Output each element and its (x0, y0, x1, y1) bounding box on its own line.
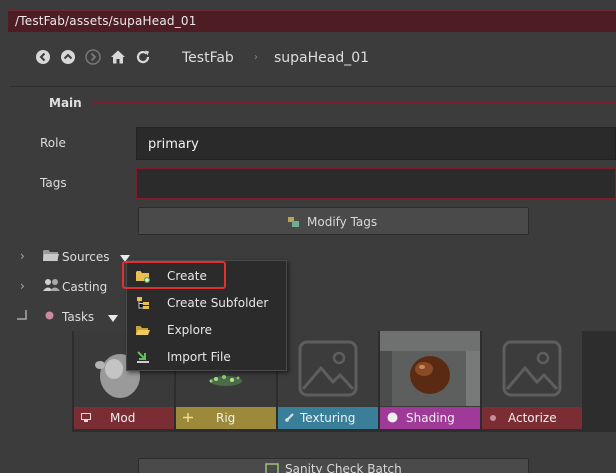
task-bar-rig: Rig (176, 407, 276, 429)
breadcrumb-separator: › (254, 52, 258, 63)
task-label-texturing: Texturing (300, 411, 356, 425)
tree-label-casting: Casting (62, 280, 108, 294)
task-card-texturing[interactable]: Texturing (278, 331, 378, 429)
task-label-shading: Shading (406, 411, 455, 425)
task-card-shading[interactable]: Shading (380, 331, 480, 429)
nav-toolbar: TestFab › supaHead_01 (0, 40, 616, 76)
tree-item-sources[interactable]: › Sources (0, 247, 130, 271)
role-field[interactable]: primary (136, 127, 616, 160)
menu-label-import-file: Import File (167, 350, 231, 364)
import-icon (137, 351, 149, 363)
back-icon[interactable] (35, 49, 51, 65)
rig-icon (183, 413, 193, 422)
checklist-icon (265, 463, 279, 473)
up-icon[interactable] (60, 49, 76, 65)
role-label: Role (40, 136, 66, 150)
monitor-icon (81, 413, 91, 422)
modify-tags-button[interactable]: Modify Tags (138, 207, 529, 235)
home-icon[interactable] (110, 49, 126, 65)
sphere-icon (387, 412, 398, 423)
task-card-actorize[interactable]: Actorize (482, 331, 582, 429)
menu-item-explore[interactable]: Explore (127, 317, 288, 344)
refresh-icon[interactable] (135, 49, 151, 65)
task-bar-mod: Mod (74, 407, 174, 429)
task-label-rig: Rig (216, 411, 236, 425)
tags-field[interactable] (136, 168, 616, 199)
modify-tags-label: Modify Tags (307, 215, 378, 229)
chevron-right-icon[interactable]: › (20, 279, 25, 293)
tree-item-tasks[interactable]: Tasks (0, 307, 130, 331)
task-thumbnail-actorize (482, 331, 582, 406)
tags-label: Tags (40, 176, 67, 190)
sanity-check-batch-label: Sanity Check Batch (285, 462, 402, 473)
image-placeholder-icon (298, 340, 358, 397)
chevron-right-icon[interactable]: › (20, 249, 25, 263)
task-bar-shading: Shading (380, 407, 480, 429)
dot-icon (490, 415, 496, 421)
task-thumbnail-shading (380, 331, 480, 406)
image-placeholder-icon (502, 340, 562, 397)
section-title-main: Main (49, 96, 82, 110)
task-dot-icon (45, 311, 54, 320)
dropdown-arrow-icon[interactable] (108, 315, 118, 322)
tree-label-tasks: Tasks (62, 310, 95, 324)
tree-item-casting[interactable]: › Casting (0, 277, 130, 301)
forward-icon[interactable] (85, 49, 101, 65)
expanded-corner-icon[interactable] (17, 310, 27, 320)
task-thumbnail-texturing (278, 331, 378, 406)
shading-thumbnail (380, 331, 480, 406)
people-icon (43, 279, 60, 291)
menu-item-create-subfolder[interactable]: Create Subfolder (127, 290, 288, 317)
section-divider (92, 102, 616, 103)
breadcrumb-root[interactable]: TestFab (182, 50, 234, 66)
task-bar-texturing: Texturing (278, 407, 378, 429)
open-folder-icon (136, 326, 150, 335)
brush-icon (285, 413, 294, 422)
task-label-actorize: Actorize (508, 411, 557, 425)
breadcrumb-leaf[interactable]: supaHead_01 (274, 50, 369, 66)
path-text: /TestFab/assets/supaHead_01 (15, 14, 197, 28)
subfolder-icon (137, 297, 149, 309)
sanity-check-batch-button[interactable]: Sanity Check Batch (138, 458, 529, 473)
toolbar-divider (10, 86, 616, 87)
task-label-mod: Mod (110, 411, 136, 425)
menu-item-import-file[interactable]: Import File (127, 344, 288, 371)
tag-icon (288, 217, 299, 227)
task-bar-actorize: Actorize (482, 407, 582, 429)
tree-label-sources: Sources (62, 250, 110, 264)
create-highlight-box (122, 261, 226, 289)
menu-label-create-subfolder: Create Subfolder (167, 296, 269, 310)
role-value: primary (148, 137, 199, 152)
path-bar[interactable]: /TestFab/assets/supaHead_01 (8, 10, 616, 32)
menu-label-explore: Explore (167, 323, 213, 337)
folder-icon (43, 250, 59, 261)
